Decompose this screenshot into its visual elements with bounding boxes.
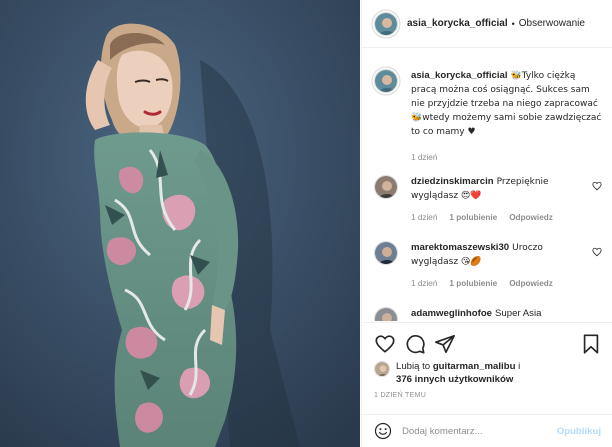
add-comment-bar: Opublikuj bbox=[362, 414, 612, 447]
comment-reply-button[interactable]: Odpowiedz bbox=[509, 279, 553, 288]
comment-item: adamweglinhofoe Super Asia bbox=[374, 307, 602, 321]
author-username[interactable]: asia_korycka_official bbox=[407, 18, 508, 29]
comment-username[interactable]: marektomaszewski30 bbox=[411, 242, 509, 253]
commenter-avatar[interactable] bbox=[374, 307, 398, 321]
comment-input[interactable] bbox=[402, 425, 557, 437]
liker-avatar[interactable] bbox=[374, 361, 390, 377]
comment-item: marektomaszewski30 Uroczo wyglądasz 😘🏉 1 … bbox=[374, 241, 602, 288]
author-avatar[interactable] bbox=[374, 11, 398, 36]
comment-meta: 1 dzień 1 polubienie Odpowiedz bbox=[411, 213, 602, 222]
comment-reply-button[interactable]: Odpowiedz bbox=[509, 213, 553, 222]
post-photo[interactable] bbox=[0, 0, 360, 447]
post-header: asia_korycka_official • Obserwowanie bbox=[362, 0, 612, 48]
comment-body: marektomaszewski30 Uroczo wyglądasz 😘🏉 bbox=[411, 241, 602, 269]
caption-username[interactable]: asia_korycka_official bbox=[411, 70, 508, 81]
action-bar bbox=[362, 322, 612, 362]
comment-icon[interactable] bbox=[404, 333, 426, 355]
comment-like-heart-icon[interactable] bbox=[592, 181, 602, 191]
caption-body: asia_korycka_official 🐝Tylko ciężką pracą… bbox=[411, 69, 602, 139]
header-separator: • bbox=[511, 18, 515, 29]
comment-body: adamweglinhofoe Super Asia bbox=[411, 307, 602, 320]
comment-like-heart-icon[interactable] bbox=[592, 247, 602, 257]
heart-icon[interactable] bbox=[374, 333, 396, 355]
photo-illustration bbox=[0, 0, 360, 447]
comment-item: dziedzinskimarcin Przepięknie wyglądasz 😍… bbox=[374, 175, 602, 222]
comments-list[interactable]: asia_korycka_official 🐝Tylko ciężką pracą… bbox=[362, 49, 612, 321]
likes-text: Lubią to guitarman_malibu i 376 innych u… bbox=[396, 360, 604, 386]
caption-avatar[interactable] bbox=[374, 69, 398, 93]
commenter-avatar[interactable] bbox=[374, 241, 398, 265]
commenter-avatar[interactable] bbox=[374, 175, 398, 199]
comment-text: Super Asia bbox=[495, 308, 542, 319]
follow-status-button[interactable]: Obserwowanie bbox=[519, 18, 585, 29]
comment-time[interactable]: 1 dzień bbox=[411, 279, 437, 288]
comment-body: dziedzinskimarcin Przepięknie wyglądasz 😍… bbox=[411, 175, 602, 203]
bookmark-icon[interactable] bbox=[580, 333, 602, 355]
share-icon[interactable] bbox=[434, 333, 456, 355]
comment-meta: 1 dzień 1 polubienie Odpowiedz bbox=[411, 279, 602, 288]
comment-likes[interactable]: 1 polubienie bbox=[449, 213, 497, 222]
publish-comment-button[interactable]: Opublikuj bbox=[557, 426, 601, 437]
comment-username[interactable]: dziedzinskimarcin bbox=[411, 176, 494, 187]
caption: asia_korycka_official 🐝Tylko ciężką pracą… bbox=[374, 69, 602, 162]
caption-meta: 1 dzień bbox=[411, 153, 602, 162]
comment-username[interactable]: adamweglinhofoe bbox=[411, 308, 492, 319]
post-timestamp[interactable]: 1 DZIEŃ TEMU bbox=[374, 392, 426, 399]
likes-summary: Lubią to guitarman_malibu i 376 innych u… bbox=[374, 360, 604, 386]
post-side-panel: asia_korycka_official • Obserwowanie asi… bbox=[361, 0, 612, 447]
likes-suffix: i bbox=[518, 361, 521, 372]
smiley-icon[interactable] bbox=[374, 422, 392, 440]
comment-time[interactable]: 1 dzień bbox=[411, 213, 437, 222]
caption-time[interactable]: 1 dzień bbox=[411, 153, 437, 162]
liker-username[interactable]: guitarman_malibu bbox=[433, 361, 516, 372]
likes-prefix: Lubią to bbox=[396, 361, 431, 372]
comment-likes[interactable]: 1 polubienie bbox=[449, 279, 497, 288]
likes-others-link[interactable]: 376 innych użytkowników bbox=[396, 374, 513, 385]
